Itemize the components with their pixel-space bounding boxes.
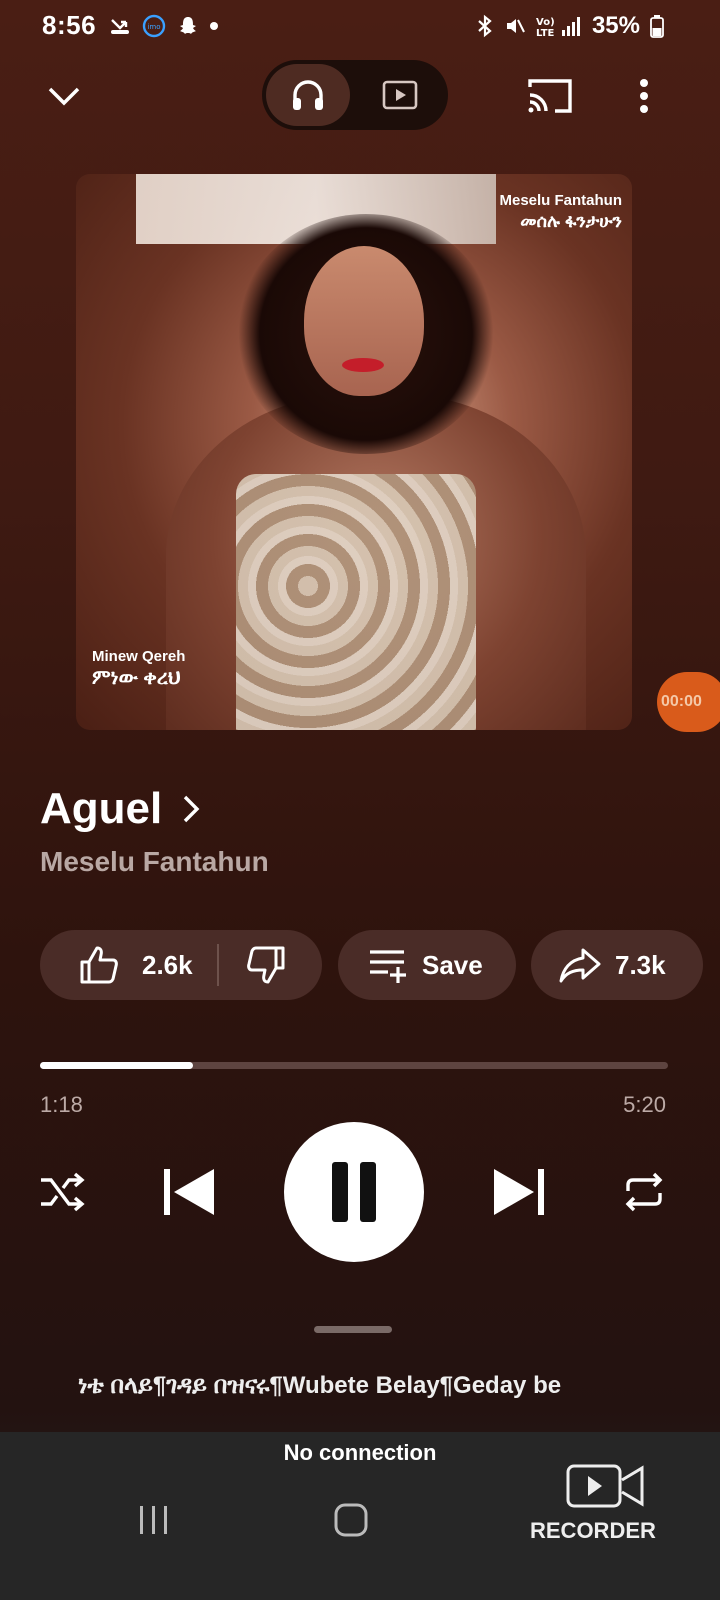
signal-lte-icon: Vo)LTE (536, 17, 580, 38)
drag-handle[interactable] (314, 1326, 392, 1333)
playlist-add-icon (370, 950, 406, 983)
home-icon (334, 1503, 368, 1537)
art-artist-latin: Meselu Fantahun (499, 192, 622, 209)
system-icons: Vo) LTE 35% (476, 12, 664, 40)
svg-text:Vo): Vo) (536, 17, 555, 28)
recorder-label: RECORDER (530, 1518, 656, 1543)
art-song-text: Minew Qereh ምነው ቀረህ (92, 648, 185, 690)
headphones-icon (293, 80, 323, 110)
video-mode-button[interactable] (356, 64, 444, 126)
chip-divider (216, 944, 219, 986)
previous-button[interactable] (156, 1160, 220, 1224)
repeat-icon (625, 1172, 663, 1212)
progress-fill (40, 1062, 193, 1069)
track-artist[interactable]: Meselu Fantahun (40, 846, 269, 878)
elapsed-time: 1:18 (40, 1092, 83, 1117)
repeat-button[interactable] (618, 1166, 670, 1218)
dislike-button[interactable] (245, 944, 287, 986)
chevron-right-icon (184, 795, 200, 823)
snapchat-icon (180, 17, 196, 34)
art-artist-text: Meselu Fantahun መሰሉ ፋንታሁን (499, 192, 622, 232)
art-song-amharic: ምነው ቀረህ (92, 667, 181, 689)
recent-apps-icon (140, 1506, 167, 1534)
battery-icon (650, 15, 664, 38)
mute-icon (506, 19, 525, 33)
recorder-camera-icon (566, 1464, 644, 1508)
song-video-toggle (262, 60, 448, 130)
skip-previous-icon (164, 1169, 214, 1215)
floating-recorder-timer[interactable]: 00:00 (657, 672, 720, 732)
imo-icon: imo (142, 14, 166, 38)
skip-next-icon (494, 1169, 544, 1215)
share-button[interactable]: 7.3k (531, 930, 703, 1000)
save-button[interactable]: Save (338, 930, 516, 1000)
like-count: 2.6k (142, 949, 193, 980)
battery-percent: 35% (591, 12, 640, 39)
notification-icons: imo (108, 14, 218, 38)
track-title: Aguel (40, 784, 163, 833)
share-count: 7.3k (615, 949, 666, 980)
art-figure-dress (236, 474, 476, 730)
total-time: 5:20 (623, 1092, 666, 1117)
cast-button[interactable] (520, 70, 580, 122)
recorder-watermark: RECORDER (530, 1462, 690, 1552)
art-figure-lips (342, 358, 384, 372)
thumbs-down-icon (246, 946, 285, 984)
status-bar: 8:56 imo Vo) LTE 35% (0, 0, 720, 56)
home-button[interactable] (326, 1498, 376, 1542)
more-options-button[interactable] (622, 70, 666, 122)
like-dislike-chip: 2.6k (40, 930, 322, 1000)
svg-text:LTE: LTE (536, 28, 555, 38)
art-figure-face (304, 246, 424, 396)
art-song-latin: Minew Qereh (92, 648, 186, 665)
save-label: Save (422, 949, 483, 980)
track-title-row[interactable]: Aguel (40, 784, 200, 834)
pause-button[interactable] (284, 1122, 424, 1262)
album-art: Meselu Fantahun መሰሉ ፋንታሁን Minew Qereh ምነ… (76, 174, 632, 730)
song-mode-button[interactable] (266, 64, 350, 126)
more-vert-icon (640, 79, 648, 113)
pause-icon (332, 1162, 376, 1222)
next-button[interactable] (488, 1160, 552, 1224)
more-notifications-dot (210, 22, 218, 30)
video-play-icon (382, 80, 418, 110)
like-button[interactable]: 2.6k (78, 944, 193, 986)
collapse-button[interactable] (36, 72, 92, 120)
chevron-down-icon (48, 87, 80, 106)
status-time: 8:56 (42, 10, 97, 40)
svg-text:imo: imo (147, 23, 160, 31)
art-artist-amharic: መሰሉ ፋንታሁን (520, 211, 622, 231)
recent-apps-button[interactable] (130, 1500, 178, 1540)
shuffle-icon (41, 1172, 85, 1212)
shuffle-button[interactable] (36, 1166, 88, 1218)
lyrics-preview[interactable]: ነቴ በላይ¶ገዳይ በዝናሩ¶Wubete Belay¶Geday be (78, 1372, 630, 1400)
missed-call-icon (111, 19, 129, 34)
bluetooth-icon (478, 14, 492, 38)
share-arrow-icon (559, 948, 601, 983)
cast-icon (528, 79, 572, 113)
thumbs-up-icon (80, 946, 118, 984)
